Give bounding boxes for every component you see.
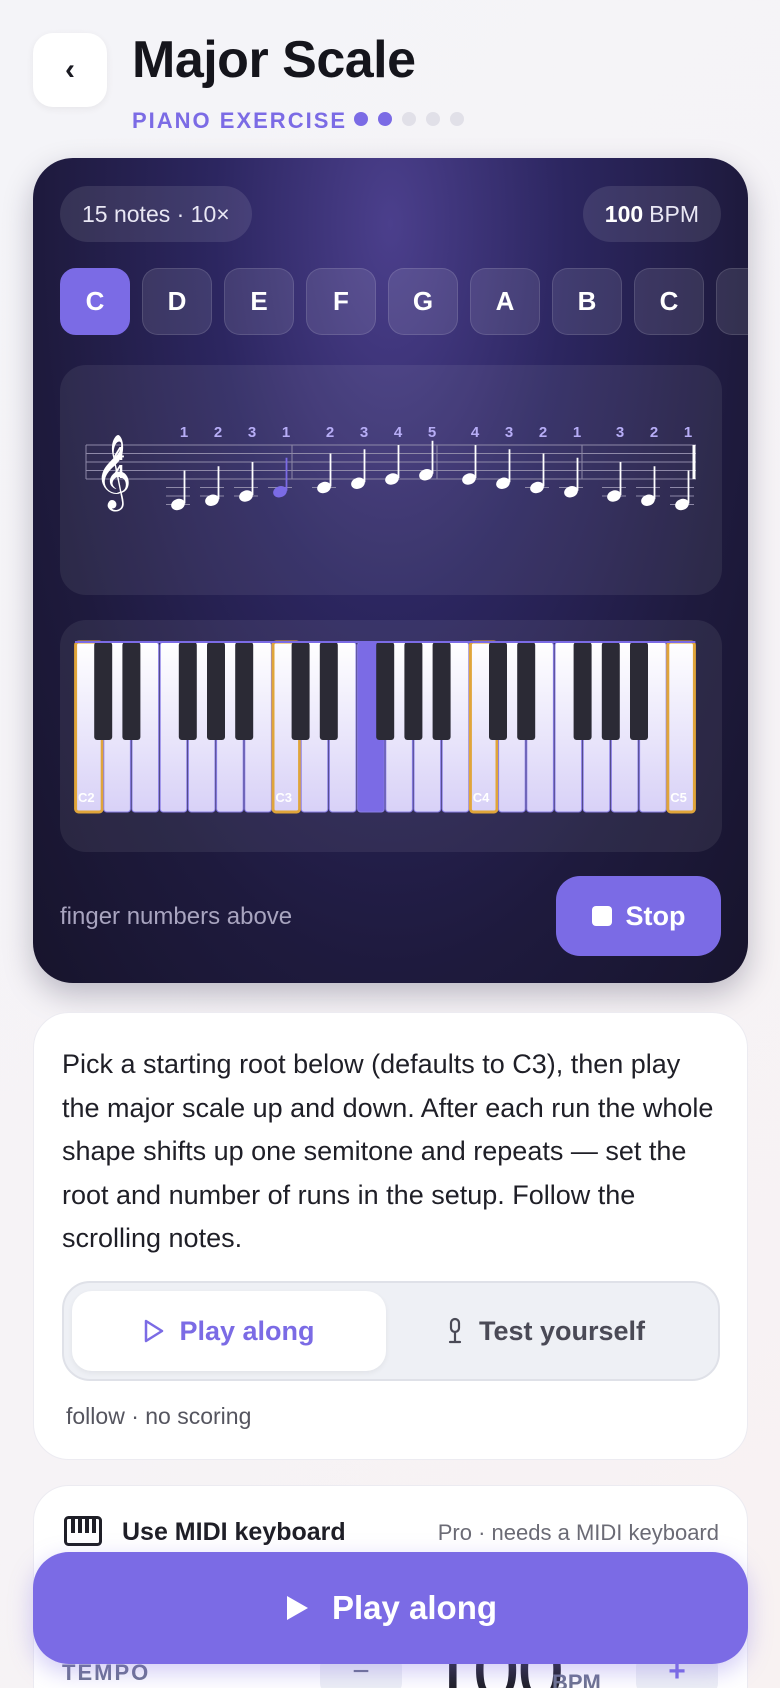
exercise-card: 15 notes · 10× 100 BPM CDEFGABC 𝄞 4 4 1 2 3 1 2… bbox=[33, 158, 748, 983]
black-key bbox=[178, 642, 197, 740]
black-key bbox=[517, 642, 536, 740]
black-key bbox=[319, 642, 338, 740]
mode-test-yourself-label: Test yourself bbox=[478, 1315, 646, 1346]
mode-play-along[interactable]: Play along bbox=[72, 1291, 386, 1371]
midi-note: Pro · needs a MIDI keyboard bbox=[437, 1520, 719, 1545]
treble-clef-icon: 𝄞 bbox=[94, 435, 132, 512]
black-key bbox=[122, 642, 141, 740]
root-key-selector: CDEFGABC bbox=[60, 268, 748, 338]
root-key-overflow[interactable] bbox=[716, 268, 748, 335]
bpm-value: 100 bbox=[604, 200, 644, 227]
bpm-unit: BPM bbox=[649, 200, 699, 227]
root-key-6[interactable]: B bbox=[552, 268, 622, 335]
progress-dot bbox=[450, 112, 464, 126]
stop-label: Stop bbox=[625, 900, 686, 931]
finger-number: 2 bbox=[650, 424, 658, 441]
finger-number: 1 bbox=[573, 424, 581, 441]
octave-label: C5 bbox=[670, 790, 687, 805]
black-key bbox=[207, 642, 225, 740]
root-key-0[interactable]: C bbox=[60, 268, 130, 335]
finger-number: 1 bbox=[684, 424, 692, 441]
back-button[interactable]: ‹ bbox=[33, 33, 107, 107]
octave-label: C4 bbox=[473, 790, 490, 805]
black-key bbox=[376, 642, 395, 740]
play-icon bbox=[286, 1596, 308, 1620]
black-key bbox=[291, 642, 310, 740]
chevron-left-icon: ‹ bbox=[65, 53, 75, 86]
finger-number: 4 bbox=[394, 424, 403, 441]
time-signature-bottom: 4 bbox=[114, 462, 124, 482]
finger-number: 3 bbox=[248, 424, 256, 441]
microphone-icon bbox=[448, 1317, 462, 1344]
root-key-1[interactable]: D bbox=[142, 268, 212, 335]
progress-dot bbox=[426, 112, 440, 126]
root-key-7[interactable]: C bbox=[634, 268, 704, 335]
time-signature-top: 4 bbox=[114, 444, 124, 464]
black-key bbox=[601, 642, 620, 740]
keyboard-icon bbox=[64, 1516, 102, 1546]
root-key-4[interactable]: G bbox=[388, 268, 458, 335]
progress-dot bbox=[354, 112, 368, 126]
finger-number: 3 bbox=[360, 424, 368, 441]
notes-summary-pill: 15 notes · 10× bbox=[60, 186, 252, 242]
play-along-cta-button[interactable]: Play along bbox=[33, 1552, 748, 1664]
bpm-pill: 100 BPM bbox=[582, 186, 721, 242]
root-key-3[interactable]: F bbox=[306, 268, 376, 335]
finger-number: 2 bbox=[214, 424, 222, 441]
black-key bbox=[432, 642, 451, 740]
midi-label: Use MIDI keyboard bbox=[122, 1518, 346, 1546]
finger-number: 1 bbox=[180, 424, 188, 441]
finger-number: 1 bbox=[282, 424, 290, 441]
page-title: Major Scale bbox=[132, 31, 416, 89]
mode-caption: follow · no scoring bbox=[66, 1403, 252, 1429]
instructions-text: Pick a starting root below (defaults to … bbox=[62, 1049, 714, 1253]
mode-play-along-label: Play along bbox=[179, 1315, 315, 1346]
mode-toggle: Play along Test yourself bbox=[62, 1281, 720, 1381]
finger-number: 2 bbox=[539, 424, 547, 441]
progress-dot bbox=[378, 112, 392, 126]
stop-button[interactable]: Stop bbox=[556, 876, 721, 956]
staff-panel: 𝄞 4 4 1 2 3 1 2 3 4 5 4 3 2 1 3 2 1 bbox=[60, 365, 722, 595]
finger-number: 2 bbox=[326, 424, 334, 441]
finger-number: 5 bbox=[428, 424, 436, 441]
stop-icon bbox=[591, 906, 612, 926]
cta-label: Play along bbox=[331, 1589, 498, 1626]
finger-hint: finger numbers above bbox=[60, 903, 293, 930]
mode-test-yourself[interactable]: Test yourself bbox=[388, 1291, 702, 1371]
piano-keyboard[interactable]: C2 C3 C4 C5 bbox=[60, 620, 722, 852]
black-key bbox=[573, 642, 592, 740]
finger-number: 4 bbox=[471, 424, 480, 441]
octave-label: C3 bbox=[275, 790, 292, 805]
black-key bbox=[630, 642, 648, 740]
black-key bbox=[489, 642, 507, 740]
piano-panel: C2 C3 C4 C5 bbox=[60, 620, 722, 852]
black-key bbox=[235, 642, 254, 740]
tempo-unit: BPM bbox=[552, 1670, 601, 1688]
black-key bbox=[404, 642, 423, 740]
root-key-2[interactable]: E bbox=[224, 268, 294, 335]
play-outline-icon bbox=[145, 1319, 164, 1343]
progress-dot bbox=[402, 112, 416, 126]
white-key bbox=[666, 640, 696, 814]
black-key bbox=[94, 642, 113, 740]
page-subtitle: PIANO EXERCISE bbox=[132, 108, 348, 133]
octave-label: C2 bbox=[78, 790, 95, 805]
finger-number: 3 bbox=[505, 424, 513, 441]
music-staff: 𝄞441 2 3 1 2 3 4 5 4 3 2 1 3 2 1 bbox=[85, 424, 696, 512]
progress-dots bbox=[354, 112, 464, 126]
finger-number: 3 bbox=[616, 424, 624, 441]
root-key-5[interactable]: A bbox=[470, 268, 540, 335]
instructions-card: Pick a starting root below (defaults to … bbox=[33, 1012, 748, 1460]
